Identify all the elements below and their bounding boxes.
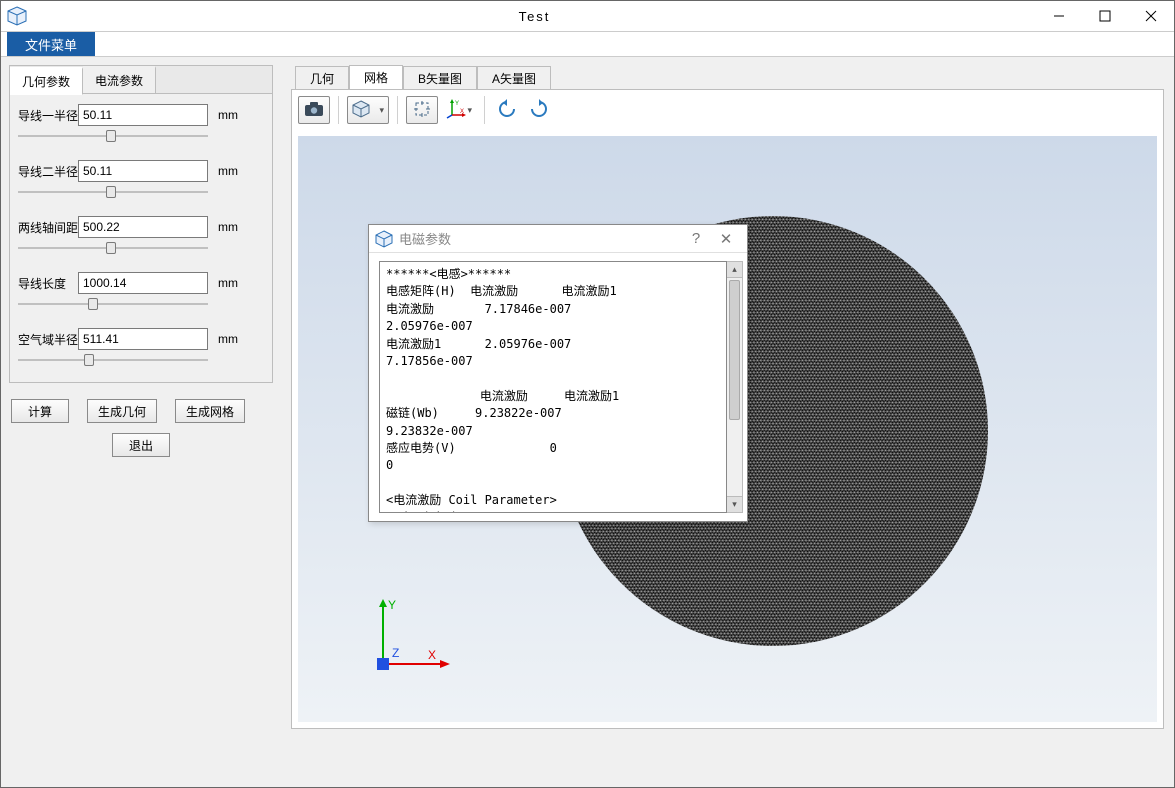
- dialog-scrollbar[interactable]: ▴ ▾: [727, 261, 743, 513]
- camera-icon: [304, 101, 324, 120]
- title-bar: Test: [1, 1, 1174, 31]
- sidebar: 几何参数 电流参数 导线一半径 mm 导线二半径 mm: [1, 57, 281, 787]
- view-tab-b-vector[interactable]: B矢量图: [403, 66, 477, 90]
- close-button[interactable]: [1128, 1, 1174, 31]
- axis-x-label: X: [428, 648, 436, 662]
- unit-mm: mm: [218, 164, 238, 178]
- cube-view-icon: [352, 100, 370, 121]
- label-wire-length: 导线长度: [18, 275, 78, 292]
- rotate-right-icon: [528, 99, 550, 122]
- minimize-button[interactable]: [1036, 1, 1082, 31]
- em-params-dialog: 电磁参数 ? ✕ ▴ ▾: [368, 224, 748, 522]
- dialog-close-button[interactable]: ✕: [711, 230, 741, 248]
- dialog-help-button[interactable]: ?: [681, 230, 711, 247]
- slider-axis-distance[interactable]: [18, 240, 208, 256]
- unit-mm: mm: [218, 332, 238, 346]
- tab-current-params[interactable]: 电流参数: [83, 66, 156, 93]
- unit-mm: mm: [218, 108, 238, 122]
- rotate-left-icon: [496, 99, 518, 122]
- view-tab-a-vector[interactable]: A矢量图: [477, 66, 551, 90]
- dialog-text[interactable]: [379, 261, 727, 513]
- axis-y-label: Y: [388, 599, 396, 612]
- geometry-panel: 几何参数 电流参数 导线一半径 mm 导线二半径 mm: [9, 65, 273, 383]
- chevron-down-icon: ▾: [467, 105, 472, 116]
- input-wire1-radius[interactable]: [78, 104, 208, 126]
- gen-mesh-button[interactable]: 生成网格: [175, 399, 245, 423]
- input-axis-distance[interactable]: [78, 216, 208, 238]
- label-air-radius: 空气域半径: [18, 331, 78, 348]
- label-wire1-radius: 导线一半径: [18, 107, 78, 124]
- rotate-right-button[interactable]: [525, 96, 553, 124]
- slider-wire-length[interactable]: [18, 296, 208, 312]
- slider-air-radius[interactable]: [18, 352, 208, 368]
- fit-icon: [413, 100, 431, 121]
- rotate-left-button[interactable]: [493, 96, 521, 124]
- render-canvas[interactable]: Y X Z 电磁参数: [298, 136, 1157, 722]
- app-icon: [7, 6, 27, 26]
- scroll-down-button[interactable]: ▾: [727, 496, 742, 512]
- dialog-icon: [375, 230, 393, 248]
- slider-wire1-radius[interactable]: [18, 128, 208, 144]
- label-wire2-radius: 导线二半径: [18, 163, 78, 180]
- slider-wire2-radius[interactable]: [18, 184, 208, 200]
- tab-geometry-params[interactable]: 几何参数: [10, 67, 83, 95]
- fit-view-button[interactable]: [406, 96, 438, 124]
- menu-file[interactable]: 文件菜单: [7, 32, 95, 56]
- unit-mm: mm: [218, 220, 238, 234]
- input-wire2-radius[interactable]: [78, 160, 208, 182]
- chevron-down-icon: ▾: [379, 105, 384, 116]
- screenshot-button[interactable]: [298, 96, 330, 124]
- viewport-area: 几何 网格 B矢量图 A矢量图: [281, 57, 1174, 787]
- exit-button[interactable]: 退出: [112, 433, 170, 457]
- input-wire-length[interactable]: [78, 272, 208, 294]
- axis-z-label: Z: [392, 646, 399, 660]
- view-tab-mesh[interactable]: 网格: [349, 65, 403, 89]
- window-title: Test: [33, 9, 1036, 24]
- scroll-up-button[interactable]: ▴: [727, 262, 742, 278]
- menu-bar: 文件菜单: [1, 31, 1174, 57]
- label-axis-distance: 两线轴间距: [18, 219, 78, 236]
- maximize-button[interactable]: [1082, 1, 1128, 31]
- app-window: Test 文件菜单 几何参数 电流参数 导线一半径 mm: [0, 0, 1175, 788]
- xyz-axes-icon: Y X: [446, 99, 466, 122]
- svg-text:Y: Y: [455, 101, 459, 107]
- svg-text:X: X: [460, 109, 464, 115]
- axis-gizmo: Y X Z: [368, 599, 458, 682]
- calc-button[interactable]: 计算: [11, 399, 69, 423]
- view-tab-geometry[interactable]: 几何: [295, 66, 349, 90]
- gen-geometry-button[interactable]: 生成几何: [87, 399, 157, 423]
- dialog-title: 电磁参数: [399, 229, 681, 248]
- input-air-radius[interactable]: [78, 328, 208, 350]
- view-cube-button[interactable]: ▾: [347, 96, 389, 124]
- axes-button[interactable]: Y X ▾: [442, 96, 476, 124]
- view-toolbar: ▾: [292, 90, 1163, 130]
- unit-mm: mm: [218, 276, 238, 290]
- scroll-thumb[interactable]: [729, 280, 740, 420]
- viewport: ▾: [291, 89, 1164, 729]
